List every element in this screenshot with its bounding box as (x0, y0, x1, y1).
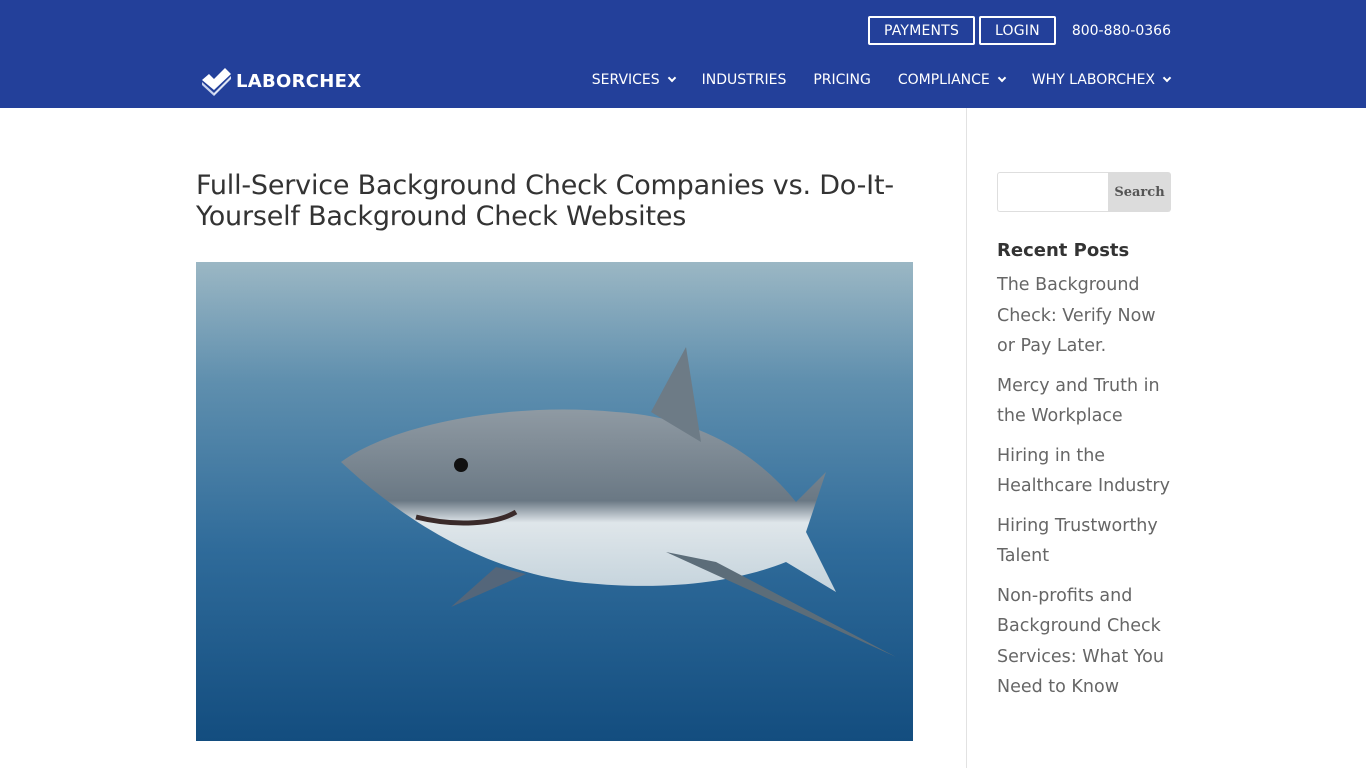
nav-pricing[interactable]: PRICING (813, 72, 871, 88)
search-input[interactable] (997, 172, 1108, 212)
nav-label: INDUSTRIES (701, 72, 787, 88)
nav-label: PRICING (813, 72, 871, 88)
search-button[interactable]: Search (1108, 172, 1171, 212)
nav-label: WHY LABORCHEX (1031, 72, 1155, 88)
chevron-down-icon (667, 73, 676, 83)
brand-name: LABORCHEX (236, 70, 362, 92)
chevron-down-icon (1162, 73, 1172, 83)
phone-number[interactable]: 800-880-0366 (1072, 23, 1171, 39)
recent-post-link[interactable]: Mercy and Truth in the Workplace (997, 376, 1160, 427)
featured-image (196, 262, 913, 741)
nav-why-laborchex[interactable]: WHY LABORCHEX (1031, 72, 1172, 88)
chevron-down-icon (997, 73, 1007, 83)
site-header: LABORCHEX PAYMENTS LOGIN 800-880-0366 SE… (0, 0, 1366, 108)
nav-industries[interactable]: INDUSTRIES (702, 72, 787, 88)
recent-post-link[interactable]: Non-profits and Background Check Service… (997, 586, 1164, 698)
top-bar: PAYMENTS LOGIN 800-880-0366 (868, 16, 1171, 45)
article-title: Full-Service Background Check Companies … (196, 170, 894, 232)
recent-posts-list: The Background Check: Verify Now or Pay … (997, 270, 1177, 712)
shark-image (196, 262, 913, 741)
search-form: Search (997, 172, 1171, 212)
main-nav: SERVICES INDUSTRIES PRICING COMPLIANCE W… (591, 72, 1172, 88)
list-item: The Background Check: Verify Now or Pay … (997, 270, 1177, 362)
recent-posts-heading: Recent Posts (997, 240, 1130, 261)
sidebar-divider (966, 108, 967, 768)
recent-post-link[interactable]: Hiring Trustworthy Talent (997, 516, 1158, 567)
nav-services[interactable]: SERVICES (591, 72, 676, 88)
recent-post-link[interactable]: The Background Check: Verify Now or Pay … (997, 275, 1156, 356)
logo-link[interactable]: LABORCHEX (200, 66, 361, 96)
list-item: Mercy and Truth in the Workplace (997, 371, 1177, 432)
nav-label: COMPLIANCE (897, 72, 990, 88)
payments-button[interactable]: PAYMENTS (868, 16, 976, 45)
recent-post-link[interactable]: Hiring in the Healthcare Industry (997, 446, 1170, 497)
list-item: Non-profits and Background Check Service… (997, 581, 1177, 703)
nav-compliance[interactable]: COMPLIANCE (897, 72, 1007, 88)
list-item: Hiring in the Healthcare Industry (997, 441, 1177, 502)
login-button[interactable]: LOGIN (979, 16, 1056, 45)
nav-label: SERVICES (591, 72, 660, 88)
list-item: Hiring Trustworthy Talent (997, 511, 1177, 572)
logo-check-icon (202, 68, 231, 96)
